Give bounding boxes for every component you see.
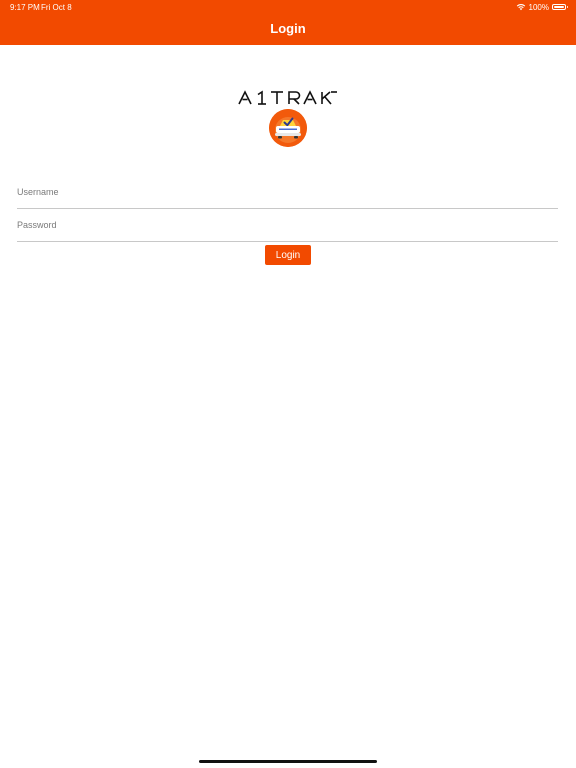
username-input[interactable] bbox=[17, 176, 558, 208]
aitrak-wordmark-icon bbox=[238, 90, 337, 105]
status-indicators: 100% bbox=[516, 2, 568, 12]
battery-level-fill bbox=[554, 6, 564, 8]
battery-tip bbox=[566, 6, 568, 8]
brand-logo bbox=[238, 90, 338, 106]
home-indicator bbox=[199, 760, 377, 763]
login-button[interactable]: Login bbox=[265, 245, 311, 265]
car-check-icon bbox=[269, 109, 307, 147]
wifi-icon bbox=[516, 4, 525, 11]
page-title: Login bbox=[270, 21, 306, 36]
battery-percentage: 100% bbox=[528, 2, 549, 12]
password-input[interactable] bbox=[17, 209, 558, 241]
status-time: 9:17 PM bbox=[10, 3, 40, 12]
app-badge bbox=[269, 109, 307, 147]
battery-icon bbox=[552, 4, 568, 10]
username-field-container bbox=[17, 176, 558, 209]
status-date: Fri Oct 8 bbox=[41, 3, 72, 12]
password-field-container bbox=[17, 209, 558, 242]
login-screen: 9:17 PM Fri Oct 8 100% Login Username Lo… bbox=[0, 0, 576, 768]
top-bar: 9:17 PM Fri Oct 8 100% Login bbox=[0, 0, 576, 45]
